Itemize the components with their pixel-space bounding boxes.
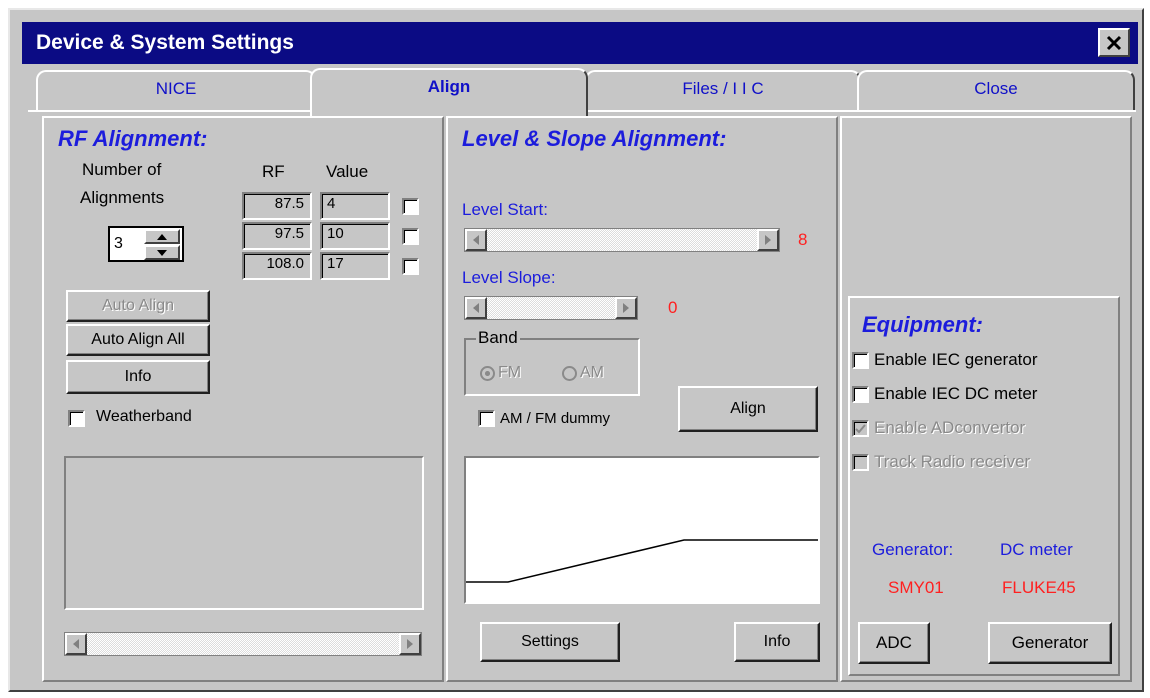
slider-left-button[interactable] [465,297,487,319]
slider-right-button[interactable] [615,297,637,319]
adc-button[interactable]: ADC [858,622,930,664]
level-info-button[interactable]: Info [734,622,820,662]
enable-adconvertor-label: Enable ADconvertor [874,418,1026,437]
generator-label: Generator: [872,540,954,559]
level-slope-slider[interactable] [464,296,638,320]
arrow-right-icon [765,235,771,245]
tab-label: Files / I I C [682,79,764,98]
band-label: Band [476,328,520,348]
track-radio-receiver-checkbox[interactable] [852,454,869,471]
check-icon [855,423,866,433]
level-slope-heading: Level & Slope Alignment: [462,126,727,151]
scroll-right-button[interactable] [399,633,421,655]
enable-iec-dc-meter-label: Enable IEC DC meter [874,384,1038,403]
track-radio-receiver-label: Track Radio receiver [874,452,1031,471]
settings-button[interactable]: Settings [480,622,620,662]
enable-iec-generator-checkbox[interactable] [852,352,869,369]
spinner-down-button[interactable] [144,245,180,260]
band-fm-radio[interactable]: FM [480,364,521,382]
tab-close[interactable]: Close [857,70,1135,112]
level-start-label: Level Start: [462,200,548,219]
band-am-radio[interactable]: AM [562,364,604,382]
value-column-header: Value [326,162,369,181]
enable-iec-dc-meter-checkbox[interactable] [852,386,869,403]
value-cell[interactable]: 4 [320,192,390,220]
level-start-value: 8 [798,230,808,249]
tab-label: Align [427,77,471,96]
rf-list-box[interactable] [64,456,424,610]
slider-left-button[interactable] [465,229,487,251]
auto-align-all-button[interactable]: Auto Align All [66,324,210,356]
weatherband-checkbox[interactable] [68,410,85,427]
tab-align[interactable]: Align [310,68,588,116]
scroll-left-button[interactable] [65,633,87,655]
tab-label: NICE [155,79,197,98]
level-slope-label: Level Slope: [462,268,556,287]
spinner-value: 3 [114,235,123,252]
tab-files-iic[interactable]: Files / I I C [585,70,861,112]
num-alignments-label-1: Number of [82,160,162,179]
arrow-left-icon [73,639,79,649]
generator-button[interactable]: Generator [988,622,1112,664]
level-slope-value: 0 [668,298,678,317]
slider-right-button[interactable] [757,229,779,251]
dc-meter-label: DC meter [1000,540,1073,559]
num-alignments-label-2: Alignments [80,188,165,207]
tab-label: Close [974,79,1018,98]
enable-iec-generator-label: Enable IEC generator [874,350,1038,369]
arrow-left-icon [473,235,479,245]
radio-icon [562,365,577,381]
am-fm-dummy-checkbox[interactable] [478,410,495,427]
rf-cell[interactable]: 97.5 [242,222,312,250]
row-checkbox[interactable] [402,198,419,215]
generator-value: SMY01 [888,578,944,597]
value-cell[interactable]: 17 [320,252,390,280]
rf-scrollbar[interactable] [64,632,422,656]
arrow-right-icon [623,303,629,313]
equipment-heading: Equipment: [862,312,983,337]
enable-adconvertor-checkbox[interactable] [852,420,869,437]
arrow-left-icon [473,303,479,313]
close-icon [1106,35,1122,50]
tab-nice[interactable]: NICE [36,70,316,112]
rf-cell[interactable]: 108.0 [242,252,312,280]
weatherband-label: Weatherband [96,408,192,425]
band-am-label: AM [580,364,604,381]
rf-alignment-heading: RF Alignment: [58,126,208,151]
arrow-up-icon [157,233,167,240]
value-cell[interactable]: 10 [320,222,390,250]
spinner-up-button[interactable] [144,229,180,244]
auto-align-button[interactable]: Auto Align [66,290,210,322]
radio-selected-icon [480,365,495,381]
row-checkbox[interactable] [402,228,419,245]
level-align-button[interactable]: Align [678,386,818,432]
window-title: Device & System Settings [36,31,294,54]
level-graph [464,456,820,604]
rf-info-button[interactable]: Info [66,360,210,394]
close-button[interactable] [1098,28,1130,57]
level-start-slider[interactable] [464,228,780,252]
band-fm-label: FM [498,364,522,381]
rf-cell[interactable]: 87.5 [242,192,312,220]
am-fm-dummy-label: AM / FM dummy [500,410,611,427]
arrow-right-icon [407,639,413,649]
arrow-down-icon [157,249,167,256]
level-graph-line [466,539,818,583]
dc-meter-value: FLUKE45 [1002,578,1076,597]
row-checkbox[interactable] [402,258,419,275]
rf-column-header: RF [262,162,285,181]
num-alignments-spinner[interactable]: 3 [108,226,184,262]
